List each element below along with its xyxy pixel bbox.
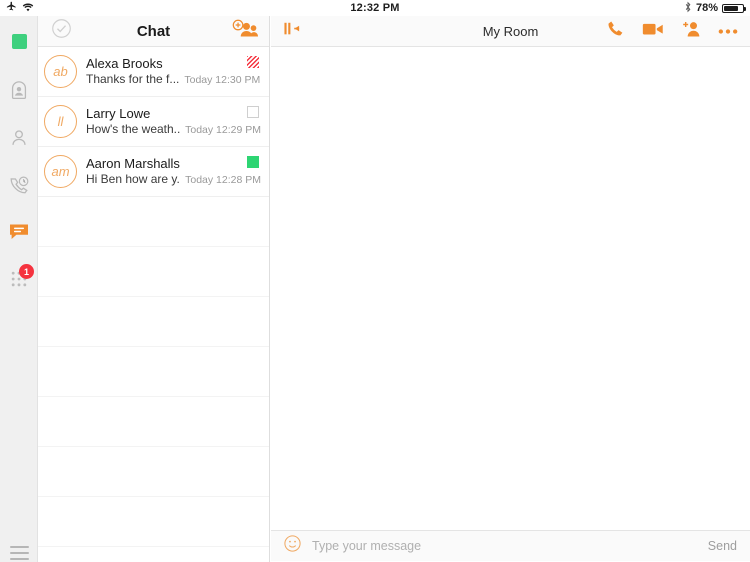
list-item	[38, 297, 269, 347]
chat-row-body: Larry Lowe How's the weath... Today 12:2…	[86, 106, 261, 138]
status-badge-offline	[247, 106, 259, 118]
bluetooth-icon	[684, 1, 692, 16]
message-preview: Thanks for the f...	[86, 71, 180, 86]
battery-percent-label: 78%	[695, 2, 718, 14]
list-item	[38, 497, 269, 547]
battery-icon	[722, 3, 746, 13]
message-timestamp: Today 12:28 PM	[185, 173, 261, 186]
avatar: am	[44, 155, 77, 188]
message-area	[271, 47, 750, 530]
status-badge-available	[247, 156, 259, 168]
person-icon	[8, 127, 30, 154]
status-badge-dnd	[247, 56, 259, 68]
dialpad-badge-count: 1	[19, 264, 34, 279]
rail-item-menu[interactable]	[0, 534, 38, 562]
contact-name: Aaron Marshalls	[86, 155, 180, 171]
left-navigation-rail: 1	[0, 16, 38, 562]
green-square-icon	[11, 33, 27, 49]
contact-name: Larry Lowe	[86, 105, 151, 121]
list-item	[38, 397, 269, 447]
status-bar: 12:32 PM 78%	[0, 0, 750, 16]
chat-bubble-icon	[7, 220, 31, 249]
rail-item-presence-status[interactable]	[0, 22, 38, 60]
rail-item-contact-card[interactable]	[0, 74, 38, 112]
rail-item-recents[interactable]	[0, 168, 38, 206]
chat-list-header: Chat	[38, 16, 269, 47]
emoji-smiley-icon[interactable]	[283, 534, 302, 558]
add-people-icon	[231, 18, 261, 45]
chat-list-row[interactable]: am Aaron Marshalls Hi Ben how are y... T…	[38, 147, 269, 197]
chat-list-row[interactable]: ll Larry Lowe How's the weath... Today 1…	[38, 97, 269, 147]
chat-list-empty-rows	[38, 197, 269, 547]
contact-name: Alexa Brooks	[86, 55, 163, 71]
message-composer: Send	[271, 530, 750, 561]
list-item	[38, 247, 269, 297]
contact-card-icon	[8, 80, 30, 107]
chat-list-row[interactable]: ab Alexa Brooks Thanks for the f... Toda…	[38, 47, 269, 97]
more-options-button[interactable]	[718, 22, 738, 40]
list-item	[38, 197, 269, 247]
hamburger-icon	[9, 545, 29, 561]
room-panel: My Room Type your message Send	[271, 16, 750, 562]
room-header: My Room	[271, 16, 750, 47]
phone-clock-icon	[8, 174, 30, 201]
chat-row-subline: Hi Ben how are y... Today 12:28 PM	[86, 172, 261, 188]
video-call-button[interactable]	[642, 20, 664, 43]
call-button[interactable]	[606, 19, 625, 43]
chat-row-body: Aaron Marshalls Hi Ben how are y... Toda…	[86, 156, 261, 188]
chat-list-panel: Chat ab Alexa Brooks Thanks for the f...…	[38, 16, 270, 562]
rail-item-dialpad[interactable]: 1	[0, 262, 38, 300]
chat-row-subline: How's the weath... Today 12:29 PM	[86, 122, 261, 138]
status-bar-right: 78%	[684, 1, 746, 16]
list-item	[38, 347, 269, 397]
room-actions	[606, 19, 738, 43]
app-window: 12:32 PM 78% 1 Chat ab Alexa Brooks Than…	[0, 0, 750, 562]
message-preview: How's the weath...	[86, 121, 181, 136]
chat-row-body: Alexa Brooks Thanks for the f... Today 1…	[86, 56, 261, 88]
message-timestamp: Today 12:29 PM	[185, 123, 261, 136]
chat-row-subline: Thanks for the f... Today 12:30 PM	[86, 72, 261, 88]
message-preview: Hi Ben how are y...	[86, 171, 181, 186]
rail-item-contacts[interactable]	[0, 121, 38, 159]
rail-item-chat[interactable]	[0, 215, 38, 253]
list-item	[38, 447, 269, 497]
send-button[interactable]: Send	[708, 539, 737, 553]
add-participant-button[interactable]	[681, 20, 701, 43]
message-input[interactable]	[312, 539, 708, 553]
avatar: ll	[44, 105, 77, 138]
new-chat-button[interactable]	[231, 18, 261, 45]
avatar: ab	[44, 55, 77, 88]
status-bar-clock: 12:32 PM	[350, 2, 400, 14]
message-timestamp: Today 12:30 PM	[184, 73, 261, 86]
